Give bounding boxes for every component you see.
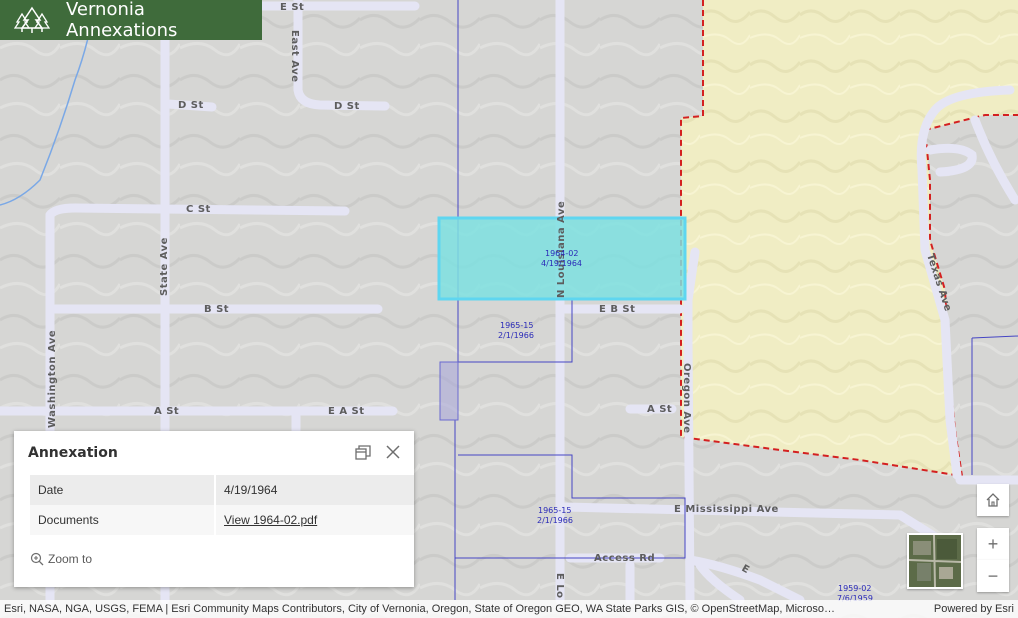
dock-icon[interactable] [354,443,372,461]
street-label-e-a-st: E A St [328,406,365,417]
zoom-to-label: Zoom to [48,552,93,566]
zoom-out-button[interactable]: − [977,560,1009,592]
attribution-bar: Esri, NASA, NGA, USGS, FEMA | Esri Commu… [0,600,1018,618]
field-value-cell: View 1964-02.pdf [215,505,414,535]
app-title: Vernonia Annexations [65,0,178,41]
home-button[interactable] [977,484,1009,516]
field-value: 4/19/1964 [215,475,414,505]
street-label-c-st: C St [186,204,211,215]
powered-by-esri[interactable]: Powered by Esri [934,603,1014,615]
parcel-label-date: 4/19/1964 [541,259,582,268]
field-name: Documents [30,505,216,535]
zoom-in-magnifier-icon [30,552,44,566]
street-label-oregon-ave: Oregon Ave [681,363,692,434]
attribute-table: Date 4/19/1964 Documents View 1964-02.pd… [30,475,414,535]
app-header: Vernonia Annexations [0,0,262,41]
street-label-a-st-right: A St [647,404,672,415]
street-label-e-st: E St [280,2,304,13]
street-label-d-st-right: D St [334,101,360,112]
parcel-label-id: 1965-15 [500,321,533,330]
street-label-washington-ave: Washington Ave [47,330,58,428]
street-label-east-ave: East Ave [289,30,300,82]
zoom-to-button[interactable]: Zoom to [30,552,92,566]
parcel-label-date: 2/1/1966 [498,331,534,340]
street-label-e-lo: E Lo [554,573,565,599]
parcel-label-id: 1964-02 [545,249,578,258]
parcel-label-id: 1965-15 [538,506,571,515]
street-label-e-b-st: E B St [599,304,635,315]
attribution-text[interactable]: Esri, NASA, NGA, USGS, FEMA | Esri Commu… [4,603,922,615]
plus-icon: + [987,533,999,554]
document-link[interactable]: View 1964-02.pdf [224,513,317,527]
basemap-toggle[interactable] [907,533,963,589]
table-row: Documents View 1964-02.pdf [30,505,414,535]
close-icon[interactable] [384,443,402,461]
small-parcel[interactable] [439,361,459,421]
feature-popup: Annexation Date 4/19/1964 Documents View… [14,431,414,587]
street-label-access-rd: Access Rd [594,553,655,564]
popup-title: Annexation [28,445,118,461]
field-name: Date [30,475,216,505]
street-label-d-st-left: D St [178,100,204,111]
table-row: Date 4/19/1964 [30,475,414,505]
street-label-b-st: B St [204,304,229,315]
street-label-e-mississippi-ave: E Mississippi Ave [674,504,779,515]
home-icon [986,493,1000,507]
parcel-label-date: 2/1/1966 [537,516,573,525]
zoom-in-button[interactable]: + [977,528,1009,560]
street-label-state-ave: State Ave [159,237,170,296]
tree-icon [14,6,50,33]
minus-icon: − [987,565,999,586]
basemap-thumbnail [908,534,962,588]
parcel-label-id: 1959-02 [838,584,871,593]
street-label-a-st-left: A St [154,406,179,417]
